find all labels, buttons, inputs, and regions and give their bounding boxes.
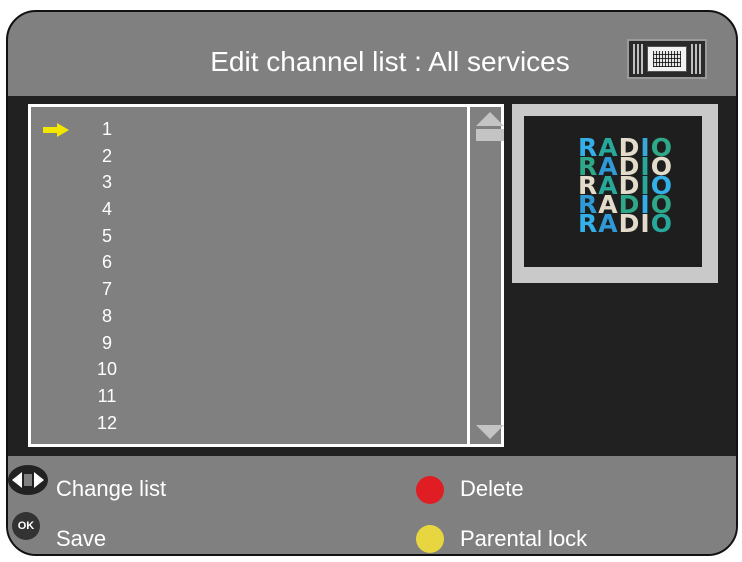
radio-logo-letter: R — [578, 209, 599, 238]
legend-bar — [8, 456, 736, 554]
channel-row[interactable]: 1 — [31, 117, 467, 144]
channel-number: 6 — [101, 252, 112, 273]
header: Edit channel list : All services — [8, 12, 736, 96]
ok-button-icon: OK — [12, 512, 40, 540]
yellow-button-icon — [416, 525, 444, 553]
channel-row[interactable]: 5 — [31, 224, 467, 251]
change-list-label: Change list — [56, 476, 167, 501]
channel-number: 3 — [101, 172, 112, 193]
scroll-down-icon[interactable] — [476, 425, 504, 439]
channel-row[interactable]: 2 — [31, 144, 467, 171]
channel-number: 11 — [97, 385, 117, 406]
delete-label: Delete — [460, 476, 524, 501]
channel-row[interactable]: 7 — [31, 277, 467, 304]
radio-logo-letter: D — [618, 209, 641, 238]
save-label: Save — [56, 526, 107, 551]
channel-row[interactable]: 12 — [31, 411, 467, 438]
scroll-thumb[interactable] — [476, 129, 504, 141]
tv-icon-right-bars — [691, 44, 701, 74]
tv-icon-left-bars — [633, 44, 643, 74]
channel-number: 4 — [101, 199, 112, 220]
channel-number: 7 — [101, 279, 112, 300]
channel-row[interactable]: 9 — [31, 331, 467, 358]
radio-logo-line: RADIO — [578, 211, 698, 236]
preview-screen: RADIO RADIO RADIO RADIO RADIO — [524, 116, 702, 267]
channel-number: 5 — [101, 225, 112, 246]
tv-screen: Edit channel list : All services 1234567… — [6, 10, 738, 556]
channel-row[interactable]: 11 — [31, 384, 467, 411]
channel-rows: 1 2 3 4 5 6 7 8 9 10 11 12 — [31, 117, 467, 437]
scroll-up-icon[interactable] — [476, 112, 504, 126]
channel-row[interactable]: 4 — [31, 197, 467, 224]
channel-row[interactable]: 8 — [31, 304, 467, 331]
channel-number: 10 — [96, 359, 118, 380]
tv-icon — [627, 39, 707, 79]
parental-lock-label: Parental lock — [460, 526, 588, 551]
radio-logo-letter: I — [640, 209, 651, 238]
channel-number: 9 — [101, 332, 112, 353]
channel-preview: RADIO RADIO RADIO RADIO RADIO — [512, 104, 718, 283]
channel-number: 12 — [96, 412, 118, 433]
channel-row[interactable]: 6 — [31, 250, 467, 277]
channel-row[interactable]: 10 — [31, 357, 467, 384]
channel-number: 1 — [101, 119, 112, 139]
left-right-nav-icon — [8, 465, 48, 495]
scrollbar[interactable] — [470, 107, 504, 444]
channel-number: 2 — [101, 145, 112, 166]
radio-logo-letter: O — [650, 209, 673, 238]
radio-logo: RADIO RADIO RADIO RADIO RADIO — [578, 135, 698, 236]
radio-logo-letter: A — [598, 209, 619, 238]
tv-icon-face — [647, 46, 687, 72]
channel-list[interactable]: 1 2 3 4 5 6 7 8 9 10 11 12 — [28, 104, 504, 447]
channel-row[interactable]: 3 — [31, 170, 467, 197]
selection-arrow-icon — [43, 123, 69, 137]
channel-number: 8 — [101, 305, 112, 326]
red-button-icon — [416, 476, 444, 504]
